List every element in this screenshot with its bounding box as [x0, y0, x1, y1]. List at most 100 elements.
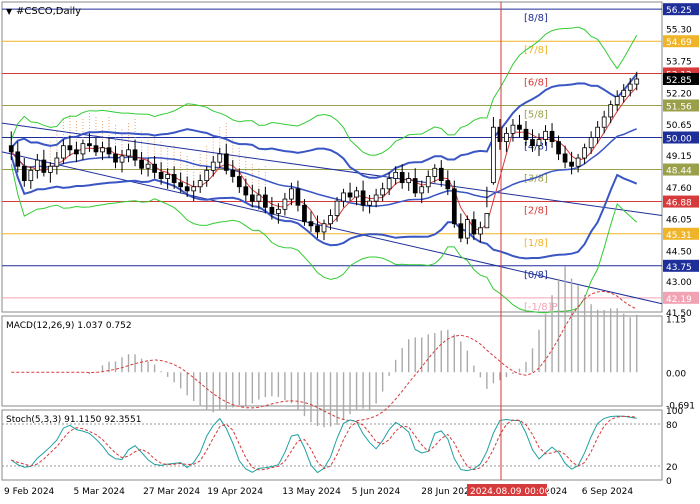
candle-body	[451, 188, 457, 225]
candle-body	[438, 167, 444, 182]
candle-body	[230, 169, 236, 177]
candle-body	[308, 221, 314, 227]
candle-body	[556, 141, 561, 155]
candle-body	[471, 219, 477, 235]
macd-tick-label: 0.00	[666, 369, 686, 379]
murrey-label: [2/8]	[524, 206, 548, 217]
candle-body	[15, 151, 21, 167]
candle-body	[74, 149, 79, 155]
candle-body	[132, 149, 138, 161]
stoch-tick-label: 80	[666, 421, 678, 431]
time-tick-label: 9 Feb 2024	[4, 487, 55, 497]
murrey-label: [0/8]	[524, 270, 548, 281]
price-tick-label: 49.15	[666, 152, 692, 162]
candle-body	[139, 159, 144, 169]
candle-body	[608, 104, 614, 118]
candle-body	[302, 204, 307, 223]
candle-body	[54, 157, 60, 167]
price-tick-label: 52.20	[666, 89, 692, 99]
candle-body	[158, 171, 164, 179]
candle-body	[145, 163, 151, 169]
price-tick-label: 46.88	[666, 199, 692, 209]
stoch-tick-label: 0	[666, 477, 672, 487]
time-tick-label: 27 Mar 2024	[143, 487, 200, 497]
candle-body	[217, 153, 223, 163]
candle-body	[536, 139, 542, 147]
candle-body	[575, 157, 581, 167]
candle-body	[276, 208, 281, 214]
candle-body	[93, 145, 99, 153]
candle-body	[126, 149, 131, 157]
candle-body	[295, 188, 301, 206]
candle-body	[113, 153, 118, 163]
price-tick-label: 46.05	[666, 216, 692, 226]
price-tick-label: 52.85	[666, 76, 692, 86]
candle-body	[569, 161, 574, 167]
candle-body	[393, 171, 399, 179]
macd-label: MACD(12,26,9) 1.037 0.752	[6, 321, 132, 331]
candle-body	[87, 143, 92, 147]
candle-body	[67, 145, 73, 151]
candle-body	[334, 200, 340, 216]
candle-body	[588, 137, 594, 149]
murrey-label: [3/8]	[524, 174, 548, 185]
candle-body	[543, 130, 548, 140]
candle-body	[504, 132, 509, 143]
candle-body	[243, 186, 249, 196]
candle-body	[289, 188, 294, 200]
candle-body	[119, 155, 125, 163]
murrey-label: [1/8]	[524, 238, 548, 249]
candle-body	[100, 147, 105, 153]
candle-body	[582, 147, 587, 159]
price-tick-label: 47.60	[666, 184, 692, 194]
price-tick-label: 43.00	[666, 278, 692, 288]
candle-body	[61, 145, 66, 159]
candle-body	[184, 186, 190, 192]
price-tick-label: 44.50	[666, 247, 692, 257]
candle-body	[523, 128, 529, 140]
price-tick-label: 55.30	[666, 26, 692, 36]
price-tick-label: 48.44	[666, 167, 692, 177]
symbol-label: #CSCO,Daily	[16, 6, 81, 17]
chart-window: [8/8] [7/8] [6/8] [5/8] [4/8] [3/8] [2/8] [1/8]…	[0, 0, 700, 500]
candle-body	[178, 182, 184, 188]
price-tick-label: 53.75	[666, 58, 692, 68]
candle-body	[406, 178, 412, 184]
candle-body	[269, 206, 275, 214]
macd-tick-label: 1.15	[666, 315, 686, 325]
candle-body	[491, 126, 496, 184]
candle-body	[204, 169, 210, 182]
price-tick-label: 54.69	[666, 38, 692, 48]
candle-body	[152, 163, 157, 173]
candle-body	[432, 167, 438, 177]
dropdown-arrow-icon: ▼	[6, 7, 13, 16]
stoch-tick-label: 20	[666, 463, 678, 473]
candle-body	[517, 124, 522, 130]
candle-body	[412, 178, 418, 194]
candle-body	[282, 198, 288, 210]
price-tick-label: 56.25	[666, 6, 692, 16]
candle-body	[458, 223, 464, 239]
candle-body	[256, 194, 262, 202]
candle-body	[484, 213, 490, 229]
candle-body	[21, 165, 27, 182]
candle-body	[328, 215, 333, 225]
candle-body	[634, 78, 640, 85]
candle-body	[478, 227, 483, 235]
price-tick-label: 43.75	[666, 263, 692, 273]
candle-body	[595, 126, 601, 138]
candle-body	[399, 171, 405, 184]
candle-body	[249, 194, 255, 202]
time-tick-label: 6 Sep 2024	[582, 487, 634, 497]
date-cursor-label: 2024.08.09 00:00	[470, 487, 551, 497]
candle-body	[223, 153, 229, 171]
murrey-label: [5/8]	[524, 109, 548, 120]
candle-body	[627, 83, 633, 91]
candle-body	[425, 176, 431, 188]
candle-body	[236, 176, 242, 188]
price-tick-label: 50.65	[666, 121, 692, 131]
price-chart: [8/8] [7/8] [6/8] [5/8] [4/8] [3/8] [2/8] [1/8]…	[1, 1, 699, 497]
candle-body	[360, 190, 366, 206]
candle-body	[80, 143, 86, 155]
candle-body	[614, 96, 620, 106]
